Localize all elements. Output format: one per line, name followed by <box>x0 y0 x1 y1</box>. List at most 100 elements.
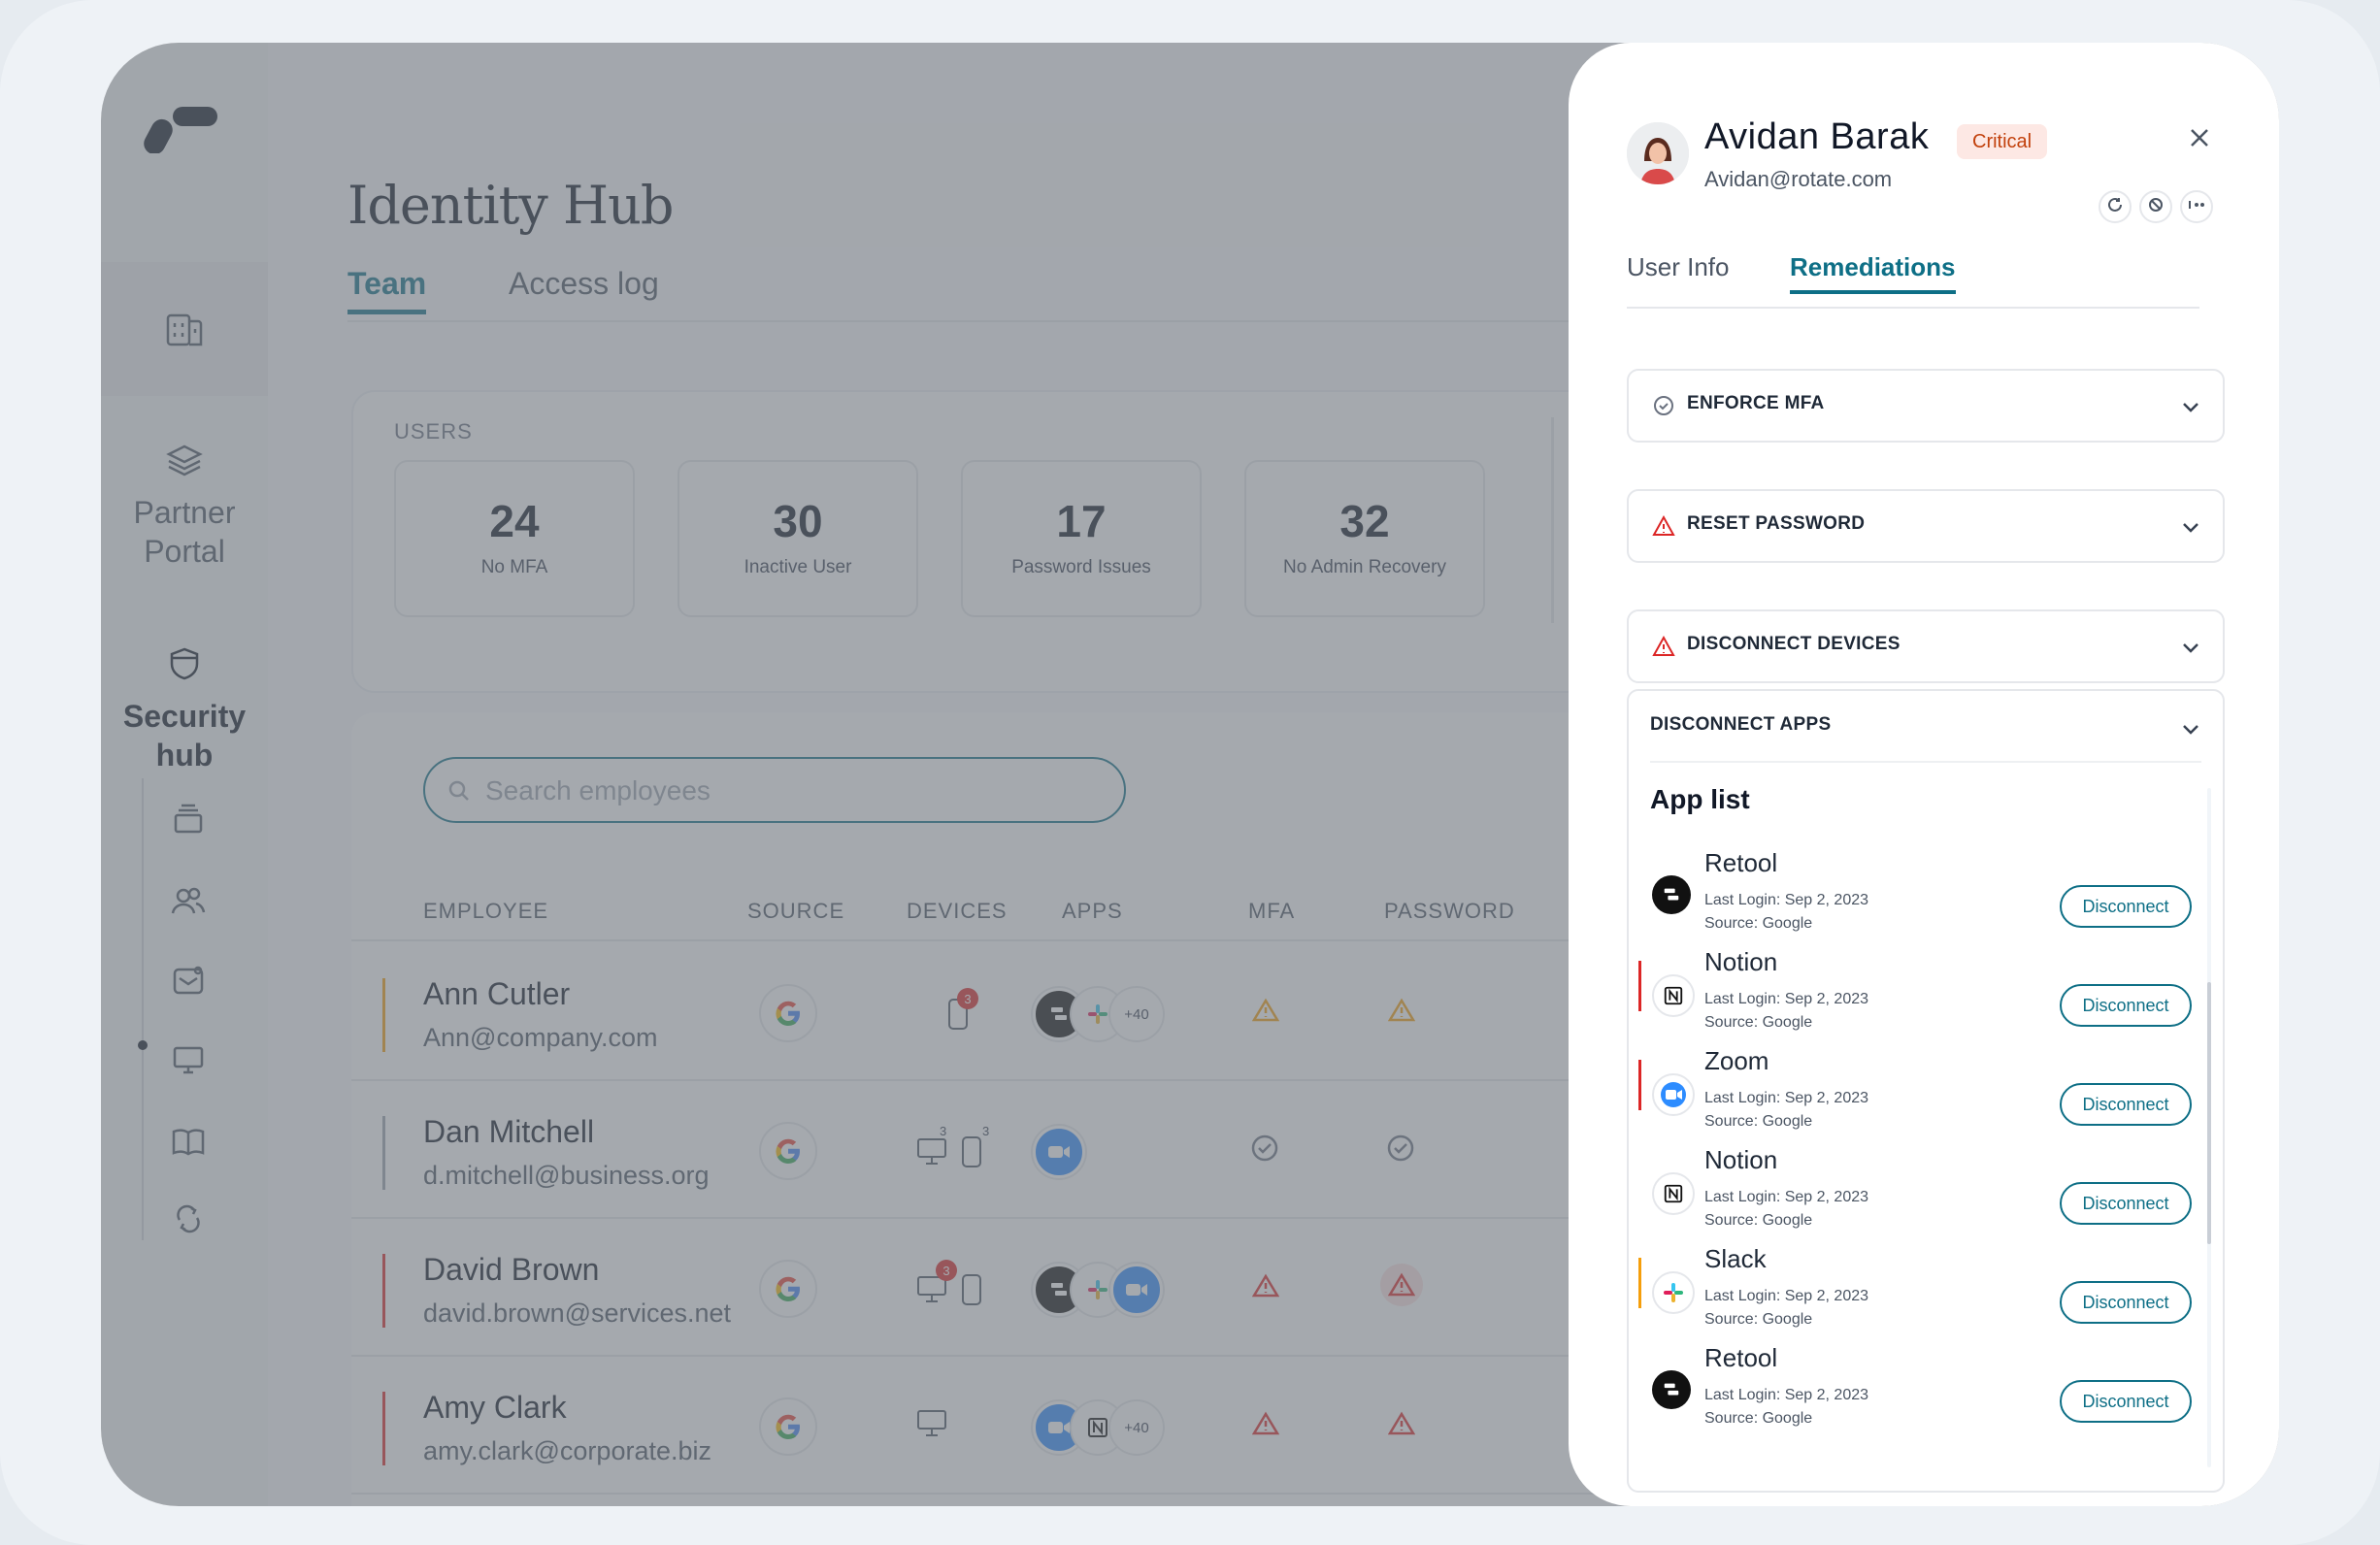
sidebar-subitem-users[interactable] <box>165 879 212 926</box>
tab-team[interactable]: Team <box>347 266 427 314</box>
sidebar-item-dashboard[interactable] <box>101 262 268 396</box>
sidebar-subitem-integrations[interactable] <box>165 1198 212 1244</box>
app-source: Source: Google <box>1704 1014 1813 1031</box>
card-divider <box>1551 417 1554 623</box>
more-actions-button[interactable] <box>2180 190 2213 223</box>
sidebar-subitem-docs[interactable] <box>165 1120 212 1167</box>
employee-name: Amy Clark <box>423 1390 567 1425</box>
tab-remediations[interactable]: Remediations <box>1790 252 1956 294</box>
list-item: Notion Last Login: Sep 2, 2023 Source: G… <box>1629 945 2223 1044</box>
stat-no-admin-recovery[interactable]: 32 No Admin Recovery <box>1244 460 1485 617</box>
app-name: Slack <box>1704 1244 1767 1273</box>
more-icon <box>2187 196 2206 218</box>
mail-alert-icon <box>171 963 206 1003</box>
sidebar-subitem-mail[interactable] <box>165 959 212 1005</box>
remediation-title: ENFORCE MFA <box>1687 393 1825 413</box>
mobile-count: 3 <box>982 1124 990 1138</box>
stat-label: No MFA <box>480 557 548 577</box>
app-source: Source: Google <box>1704 915 1813 932</box>
active-indicator <box>138 1040 148 1050</box>
stat-value: 17 <box>1056 496 1107 546</box>
mobile-icon <box>961 1273 982 1311</box>
sidebar-label: Security hub <box>122 699 247 772</box>
chevron-down-icon[interactable] <box>2180 718 2201 744</box>
app-source: Source: Google <box>1704 1212 1813 1229</box>
table-row[interactable]: David Brown david.brown@services.net 3 <box>351 1217 1613 1357</box>
column-employee[interactable]: EMPLOYEE <box>423 899 548 924</box>
desktop-icon <box>916 1137 947 1171</box>
stat-password-issues[interactable]: 17 Password Issues <box>961 460 1202 617</box>
zoom-icon <box>1652 1073 1695 1116</box>
layers-icon <box>101 441 268 479</box>
app-source: Source: Google <box>1704 1113 1813 1130</box>
table-row[interactable]: Dan Mitchell d.mitchell@business.org 3 3 <box>351 1079 1613 1219</box>
stack-icon <box>171 802 206 841</box>
remediation-reset-password[interactable]: RESET PASSWORD <box>1627 489 2225 563</box>
slack-icon <box>1652 1271 1695 1314</box>
sidebar-subitem-inbox[interactable] <box>165 798 212 844</box>
brand-logo-icon <box>144 99 221 158</box>
stat-inactive-user[interactable]: 30 Inactive User <box>678 460 918 617</box>
retool-icon <box>1652 1370 1691 1409</box>
employee-email: Ann@company.com <box>423 1023 658 1052</box>
disconnect-button[interactable]: Disconnect <box>2060 1281 2192 1324</box>
risk-indicator <box>382 978 385 1052</box>
sidebar-item-partner-portal[interactable]: Partner Portal <box>101 441 268 571</box>
link-rotate-icon <box>170 1200 207 1242</box>
remediation-disconnect-devices[interactable]: DISCONNECT DEVICES <box>1627 609 2225 683</box>
app-name: Retool <box>1704 1343 1778 1372</box>
disconnect-button[interactable]: Disconnect <box>2060 984 2192 1027</box>
mobile-icon <box>961 1135 982 1173</box>
list-item: Retool Last Login: Sep 2, 2023 Source: G… <box>1629 1341 2223 1440</box>
disconnect-button[interactable]: Disconnect <box>2060 1380 2192 1423</box>
column-apps[interactable]: APPS <box>1062 899 1123 924</box>
sidebar-label: Partner Portal <box>133 495 236 569</box>
disconnect-button[interactable]: Disconnect <box>2060 1083 2192 1126</box>
main-tabs: Team Access log <box>347 266 1609 322</box>
disconnect-button[interactable]: Disconnect <box>2060 885 2192 928</box>
chevron-down-icon <box>2180 637 2201 663</box>
column-source[interactable]: SOURCE <box>747 899 844 924</box>
app-meta: Last Login: Sep 2, 2023 Source: Google <box>1704 988 1868 1035</box>
employee-email: david.brown@services.net <box>423 1298 732 1328</box>
refresh-icon <box>2106 196 2124 218</box>
zoom-icon[interactable] <box>1110 1264 1163 1316</box>
tab-access-log[interactable]: Access log <box>509 266 659 302</box>
search-box[interactable] <box>423 757 1126 823</box>
stat-no-mfa[interactable]: 24 No MFA <box>394 460 635 617</box>
apps-more-count[interactable]: +40 <box>1110 1401 1163 1454</box>
remediation-title[interactable]: DISCONNECT APPS <box>1650 714 1831 736</box>
search-input[interactable] <box>483 769 1108 813</box>
employee-email: amy.clark@corporate.biz <box>423 1436 711 1465</box>
remediation-enforce-mfa[interactable]: ENFORCE MFA <box>1627 369 2225 443</box>
app-last-login: Last Login: Sep 2, 2023 <box>1704 1189 1869 1205</box>
apps-more-count[interactable]: +40 <box>1110 988 1163 1040</box>
employee-name: Ann Cutler <box>423 976 571 1011</box>
column-devices[interactable]: DEVICES <box>907 899 1008 924</box>
retool-icon <box>1652 875 1691 914</box>
block-button[interactable] <box>2139 190 2172 223</box>
close-button[interactable] <box>2182 122 2217 157</box>
table-row[interactable]: Amy Clark amy.clark@corporate.biz +40 <box>351 1355 1613 1495</box>
password-danger-icon <box>1387 1411 1416 1441</box>
app-name: Retool <box>1704 848 1778 877</box>
app-name: Notion <box>1704 947 1778 976</box>
refresh-button[interactable] <box>2099 190 2132 223</box>
device-alert-badge: 3 <box>936 1260 957 1281</box>
section-divider <box>1650 761 2201 763</box>
zoom-icon[interactable] <box>1033 1126 1085 1178</box>
disconnect-button[interactable]: Disconnect <box>2060 1182 2192 1225</box>
tab-user-info[interactable]: User Info <box>1627 252 1730 282</box>
google-icon <box>759 984 817 1042</box>
table-row[interactable]: Ann Cutler Ann@company.com 3 +40 <box>351 941 1613 1081</box>
app-last-login: Last Login: Sep 2, 2023 <box>1704 1090 1869 1106</box>
app-last-login: Last Login: Sep 2, 2023 <box>1704 1288 1869 1304</box>
close-icon <box>2188 126 2211 154</box>
user-email: Avidan@rotate.com <box>1704 167 1893 191</box>
column-mfa[interactable]: MFA <box>1248 899 1295 924</box>
book-icon <box>170 1124 207 1164</box>
sidebar-item-security-hub[interactable]: Security hub <box>101 644 268 774</box>
device-alert-badge: 3 <box>957 988 978 1009</box>
sidebar-subitem-devices[interactable] <box>165 1038 212 1085</box>
column-password[interactable]: PASSWORD <box>1384 899 1515 924</box>
